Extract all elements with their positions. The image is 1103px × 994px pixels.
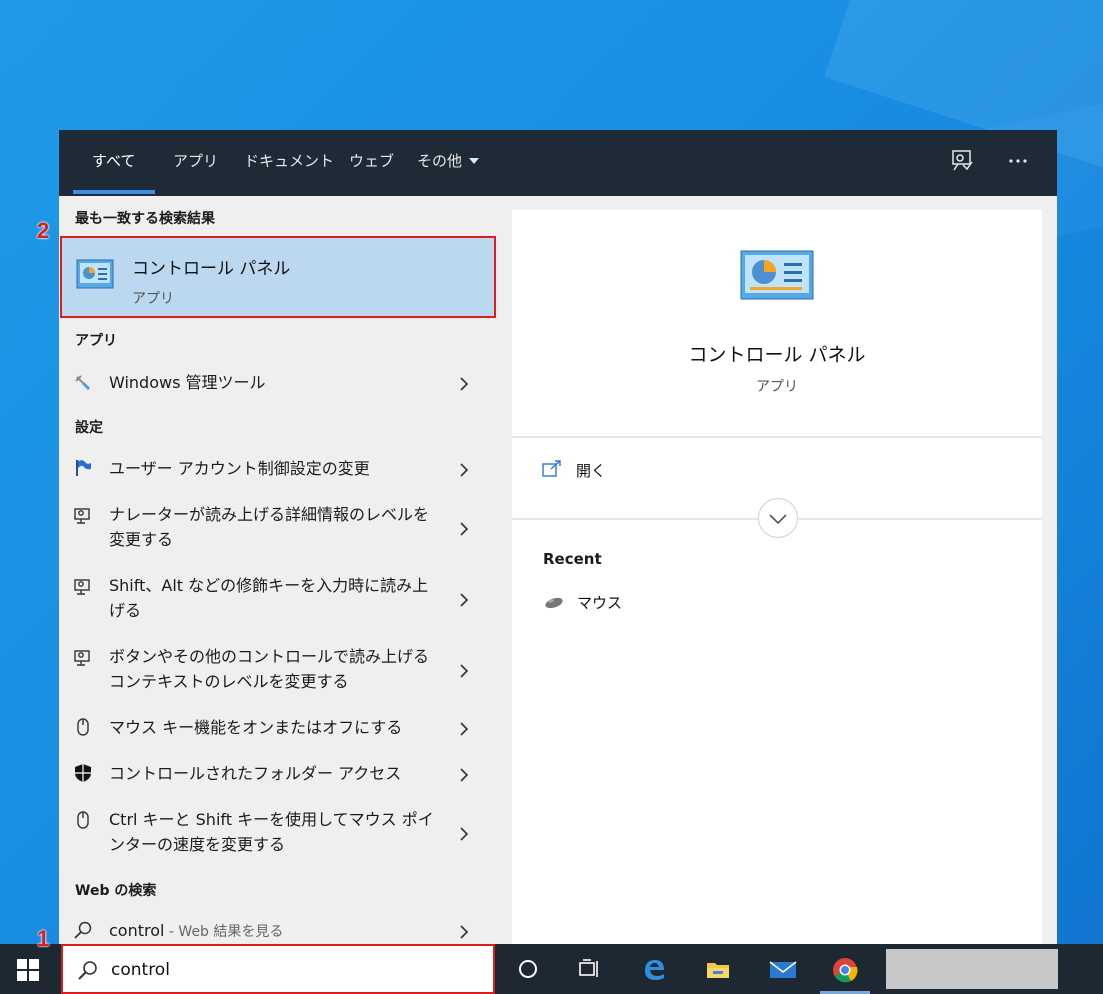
- chevron-down-icon: [769, 514, 787, 525]
- chevron-right-icon[interactable]: [457, 462, 471, 477]
- chevron-right-icon[interactable]: [457, 592, 471, 607]
- file-explorer-icon[interactable]: [705, 956, 731, 982]
- step-annotation-1: 1: [37, 926, 50, 951]
- web-search-heading: Web の検索: [75, 883, 157, 899]
- control-panel-icon: [76, 258, 114, 296]
- app-item-label: Windows 管理ツール: [109, 373, 266, 392]
- task-view-icon[interactable]: [576, 956, 602, 982]
- taskbar-search-box[interactable]: control: [61, 944, 495, 994]
- settings-item-narrator-context[interactable]: ボタンやその他のコントロールで読み上げるコンテキストのレベルを変更する: [59, 644, 497, 696]
- settings-item-pointer-speed[interactable]: Ctrl キーと Shift キーを使用してマウス ポインターの速度を変更する: [59, 807, 497, 859]
- divider: [512, 436, 1042, 438]
- preview-pane: コントロール パネル アプリ 開く Recent マウス: [512, 210, 1042, 944]
- web-search-item[interactable]: control - Web 結果を見る: [59, 918, 497, 944]
- best-match-title: コントロール パネル: [132, 259, 291, 279]
- chevron-right-icon[interactable]: [457, 924, 471, 939]
- tab-all[interactable]: すべて: [92, 130, 135, 196]
- flag-icon: [73, 458, 93, 478]
- recent-item[interactable]: マウス: [543, 592, 622, 613]
- app-item-admin-tools[interactable]: Windows 管理ツール: [59, 370, 497, 398]
- cortana-icon[interactable]: [515, 956, 541, 982]
- expand-button[interactable]: [758, 498, 798, 538]
- settings-item-label: ユーザー アカウント制御設定の変更: [109, 459, 370, 478]
- settings-item-label: Ctrl キーと Shift キーを使用してマウス ポインターの速度を変更する: [109, 810, 434, 854]
- taskbar: control: [0, 944, 1103, 994]
- settings-item-mouse-keys[interactable]: マウス キー機能をオンまたはオフにする: [59, 715, 497, 745]
- chevron-right-icon[interactable]: [457, 767, 471, 782]
- narrator-icon: [73, 647, 93, 667]
- open-action[interactable]: 開く: [542, 460, 606, 481]
- web-search-text: control - Web 結果を見る: [109, 918, 439, 944]
- settings-item-narrator-modifier[interactable]: Shift、Alt などの修飾キーを入力時に読み上げる: [59, 573, 497, 625]
- more-options-icon[interactable]: [1005, 148, 1031, 174]
- mail-icon[interactable]: [768, 956, 797, 982]
- narrator-icon: [73, 576, 93, 596]
- search-scope-bar: すべて アプリ ドキュメント ウェブ その他: [59, 130, 1057, 196]
- active-tab-indicator: [73, 190, 155, 194]
- recent-heading: Recent: [543, 550, 602, 568]
- settings-item-narrator-detail[interactable]: ナレーターが読み上げる詳細情報のレベルを変更する: [59, 502, 497, 554]
- settings-item-uac[interactable]: ユーザー アカウント制御設定の変更: [59, 456, 497, 486]
- best-match-heading: 最も一致する検索結果: [75, 211, 215, 227]
- search-icon: [77, 959, 99, 985]
- best-match-subtitle: アプリ: [132, 291, 174, 307]
- settings-item-label: ナレーターが読み上げる詳細情報のレベルを変更する: [109, 505, 430, 549]
- feedback-icon[interactable]: [949, 148, 975, 174]
- settings-item-label: マウス キー機能をオンまたはオフにする: [109, 718, 403, 737]
- redacted-area: [886, 949, 1058, 989]
- chrome-icon[interactable]: [831, 956, 858, 983]
- narrator-icon: [73, 505, 93, 525]
- edge-icon[interactable]: [641, 956, 667, 982]
- chevron-right-icon[interactable]: [457, 376, 471, 391]
- chevron-down-icon: [469, 158, 480, 164]
- shield-icon: [73, 763, 93, 783]
- mouse-device-icon: [545, 597, 563, 609]
- chevron-right-icon[interactable]: [457, 663, 471, 678]
- recent-item-label: マウス: [577, 594, 623, 612]
- search-panel: すべて アプリ ドキュメント ウェブ その他 最も一致する検索結果 コントロール…: [59, 130, 1057, 944]
- open-label: 開く: [576, 462, 607, 480]
- chevron-right-icon[interactable]: [457, 721, 471, 736]
- preview-title: コントロール パネル: [688, 344, 866, 366]
- settings-item-label: コントロールされたフォルダー アクセス: [109, 764, 402, 783]
- settings-heading: 設定: [75, 420, 103, 436]
- tab-apps[interactable]: アプリ: [173, 130, 218, 196]
- apps-heading: アプリ: [75, 333, 117, 349]
- settings-item-label: ボタンやその他のコントロールで読み上げるコンテキストのレベルを変更する: [109, 647, 430, 691]
- settings-item-folder-access[interactable]: コントロールされたフォルダー アクセス: [59, 761, 497, 791]
- web-search-suffix: - Web 結果を見る: [164, 924, 284, 940]
- tab-more[interactable]: その他: [417, 130, 480, 196]
- preview-subtitle: アプリ: [756, 379, 798, 395]
- chevron-right-icon[interactable]: [457, 521, 471, 536]
- search-icon: [73, 920, 93, 940]
- open-icon: [542, 460, 561, 477]
- windows-start-icon[interactable]: [17, 959, 39, 981]
- admin-tools-icon: [73, 373, 93, 393]
- chevron-right-icon[interactable]: [457, 826, 471, 841]
- tab-web[interactable]: ウェブ: [349, 130, 394, 196]
- web-search-query: control: [109, 921, 165, 940]
- best-match-item[interactable]: コントロール パネル アプリ: [60, 236, 496, 318]
- control-panel-large-icon: [740, 250, 814, 308]
- step-annotation-2: 2: [37, 218, 50, 243]
- mouse-icon: [73, 810, 93, 830]
- settings-item-label: Shift、Alt などの修飾キーを入力時に読み上げる: [109, 576, 429, 620]
- mouse-icon: [73, 717, 93, 737]
- search-input[interactable]: control: [111, 960, 170, 980]
- tab-documents[interactable]: ドキュメント: [244, 130, 334, 196]
